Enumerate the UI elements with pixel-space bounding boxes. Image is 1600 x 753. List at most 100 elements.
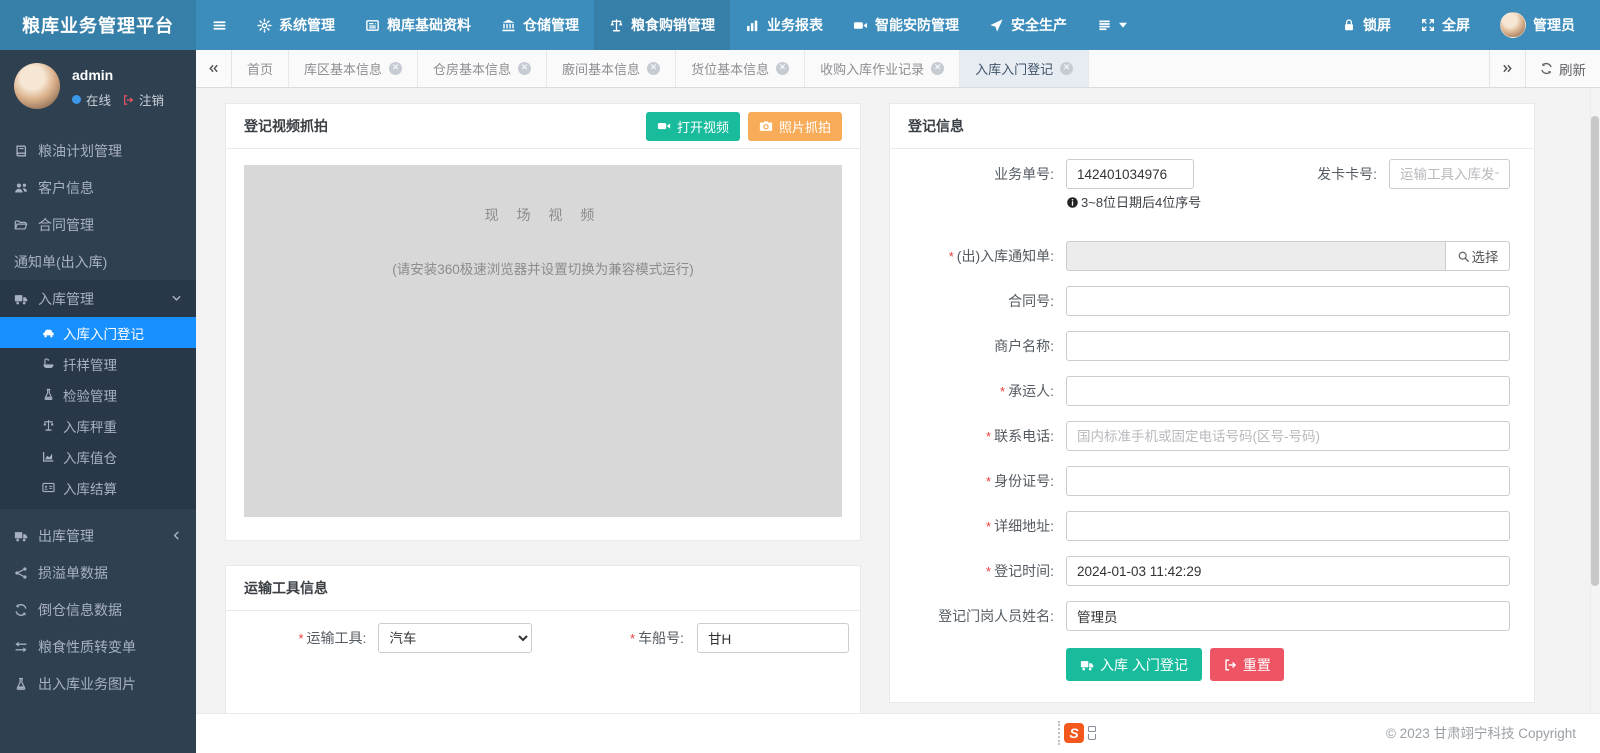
id-number-input[interactable] [1066,466,1510,496]
tab-close-icon[interactable]: ✕ [776,62,789,75]
sidebar-item-loss-overflow-data[interactable]: 损溢单数据 [0,554,196,591]
merchant-name-input[interactable] [1066,331,1510,361]
tab-label: 仓房基本信息 [433,59,511,78]
tab-close-icon[interactable]: ✕ [389,62,402,75]
sidebar-item-label: 出库管理 [38,526,94,546]
tab-slot-info[interactable]: 货位基本信息✕ [676,50,805,87]
sidebar-item-inbound-mgmt[interactable]: 入库管理 [0,280,196,317]
gear-icon [257,18,272,33]
tab-close-icon[interactable]: ✕ [1060,62,1073,75]
order-no-hint: 3~8位日期后4位序号 [1066,194,1224,211]
sidebar-item-label: 粮食性质转变单 [38,637,136,657]
fullscreen-button[interactable]: 全屏 [1406,0,1485,50]
card-no-input[interactable] [1389,159,1510,189]
register-time-input[interactable] [1066,556,1510,586]
caret-down-icon [1119,22,1127,28]
order-no-input[interactable] [1066,159,1194,189]
vehicle-type-select[interactable]: 汽车 [378,623,531,653]
sidebar-item-inbound-warehousing[interactable]: 入库值仓 [0,441,196,472]
sidebar-submenu-inbound: 入库入门登记 扦样管理 检验管理 入库秤重 入库值仓 入库结算 [0,317,196,503]
scrollbar-track[interactable] [1590,88,1600,713]
sidebar-toggle-button[interactable] [196,0,242,50]
chevron-down-icon [171,293,182,304]
tab-purchase-inbound-records[interactable]: 收购入库作业记录✕ [805,50,960,87]
sidebar-item-notice-forms[interactable]: 通知单(出入库) [0,243,196,280]
video-capture-panel: 登记视频抓拍 打开视频 照片抓拍 现 场 视 频 (请安装360极速浏览器并设置… [225,103,861,541]
card-no-label: 发卡卡号: [1194,164,1377,184]
scrollbar-thumb[interactable] [1591,116,1599,586]
online-status-label: 在线 [86,90,111,109]
sogou-ime-icon[interactable]: S [1064,723,1084,743]
folder-open-icon [14,218,28,232]
bar-chart-icon [745,18,760,33]
transport-info-panel: 运输工具信息 *运输工具: 汽车 *车船号: [225,565,861,713]
tab-granary-info[interactable]: 廒间基本信息✕ [547,50,676,87]
tabs-scroll-right-button[interactable] [1489,50,1525,87]
sidebar-item-grain-oil-plan[interactable]: 粮油计划管理 [0,132,196,169]
nav-item-reports[interactable]: 业务报表 [730,0,838,50]
phone-input[interactable] [1066,421,1510,451]
tab-close-icon[interactable]: ✕ [647,62,660,75]
contract-no-input[interactable] [1066,286,1510,316]
nav-item-system-mgmt[interactable]: 系统管理 [242,0,350,50]
user-avatar [1500,12,1526,38]
ime-toolbar[interactable]: S [1058,721,1096,745]
tab-label: 库区基本信息 [304,59,382,78]
user-menu-label: 管理员 [1533,15,1575,35]
tab-depot-info[interactable]: 库区基本信息 ✕ [289,50,418,87]
list-icon [1097,18,1112,33]
tab-close-icon[interactable]: ✕ [518,62,531,75]
nav-item-base-data[interactable]: 粮库基础资料 [350,0,486,50]
address-input[interactable] [1066,511,1510,541]
car-icon [42,326,55,339]
tab-warehouse-info[interactable]: 仓房基本信息 ✕ [418,50,547,87]
sidebar-item-customer-info[interactable]: 客户信息 [0,169,196,206]
open-video-button[interactable]: 打开视频 [646,112,740,141]
nav-item-label: 仓储管理 [523,15,579,35]
sidebar-item-label: 入库管理 [38,289,94,309]
sidebar-item-outbound-mgmt[interactable]: 出库管理 [0,517,196,554]
gate-keeper-input[interactable] [1066,601,1510,631]
sidebar-item-sampling-mgmt[interactable]: 扦样管理 [0,348,196,379]
sidebar-item-inspection-mgmt[interactable]: 检验管理 [0,379,196,410]
ime-mini-icons[interactable] [1088,726,1096,740]
sidebar-item-business-images[interactable]: 出入库业务图片 [0,665,196,702]
logout-link[interactable]: 注销 [139,90,164,109]
sidebar-item-grain-nature-change[interactable]: 粮食性质转变单 [0,628,196,665]
ime-drag-handle[interactable] [1058,721,1060,745]
sidebar-item-inbound-settlement[interactable]: 入库结算 [0,472,196,503]
tabs-scroll-left-button[interactable] [196,50,232,87]
nav-item-security-mgmt[interactable]: 智能安防管理 [838,0,974,50]
tab-label: 首页 [247,59,273,78]
nav-item-storage-mgmt[interactable]: 仓储管理 [486,0,594,50]
nav-item-grain-trade-mgmt[interactable]: 粮食购销管理 [594,0,730,50]
sidebar-item-bin-transfer-data[interactable]: 倒仓信息数据 [0,591,196,628]
refresh-tab-button[interactable]: 刷新 [1525,50,1600,87]
lock-screen-button[interactable]: 锁屏 [1327,0,1406,50]
footer: S © 2023 甘肃翊宁科技 Copyright [196,713,1600,753]
area-chart-icon [42,450,55,463]
scale-icon [609,18,624,33]
copyright-text: © 2023 甘肃翊宁科技 Copyright [1386,714,1576,753]
nav-item-safety[interactable]: 安全生产 [974,0,1082,50]
app-logo: 粮库业务管理平台 [0,0,196,50]
contract-no-label: 合同号: [904,291,1054,311]
photo-capture-button[interactable]: 照片抓拍 [748,112,842,141]
sidebar-item-label: 入库值仓 [63,447,117,467]
sidebar-item-contract-mgmt[interactable]: 合同管理 [0,206,196,243]
tab-close-icon[interactable]: ✕ [931,62,944,75]
sidebar-item-inbound-weighing[interactable]: 入库秤重 [0,410,196,441]
notice-select-button[interactable]: 选择 [1446,241,1510,271]
nav-item-label: 业务报表 [767,15,823,35]
tab-home[interactable]: 首页 [232,50,289,87]
sidebar-item-inbound-gate-register[interactable]: 入库入门登记 [0,317,196,348]
carrier-input[interactable] [1066,376,1510,406]
notice-label: *(出)入库通知单: [904,246,1054,266]
user-menu[interactable]: 管理员 [1485,0,1590,50]
inbound-register-submit-button[interactable]: 入库 入门登记 [1066,648,1202,681]
reset-button[interactable]: 重置 [1210,648,1284,681]
plate-number-label: *车船号: [532,628,684,648]
plate-number-input[interactable] [697,623,849,653]
tab-inbound-gate-register[interactable]: 入库入门登记✕ [960,50,1089,87]
nav-more-dropdown[interactable] [1082,0,1142,50]
